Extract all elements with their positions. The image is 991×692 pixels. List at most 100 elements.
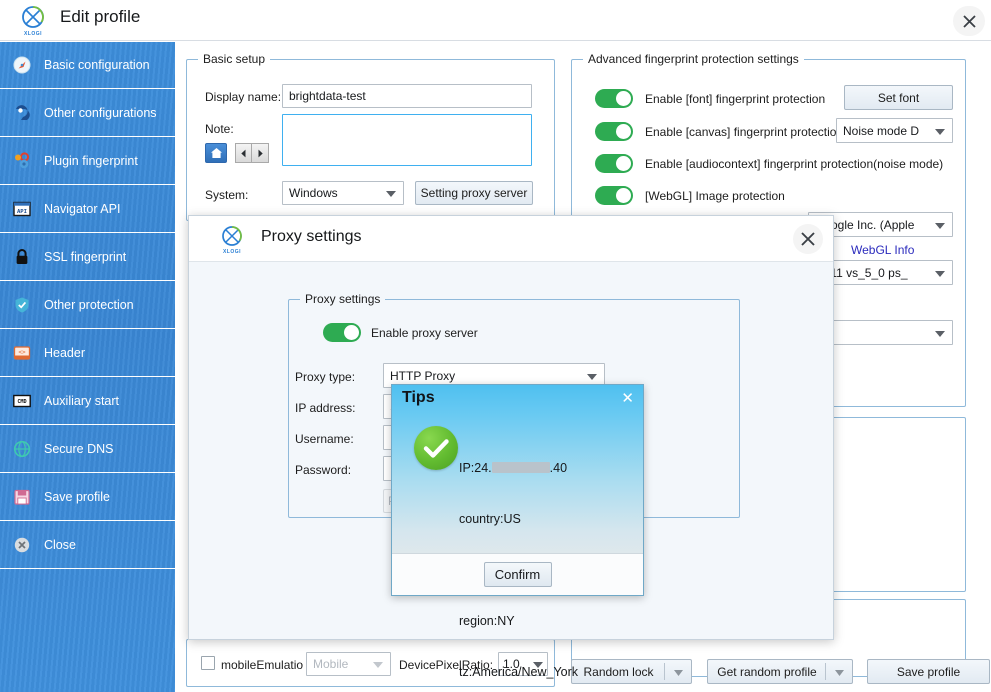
chevron-down-icon xyxy=(835,670,844,676)
tips-close-button[interactable]: ✕ xyxy=(621,391,634,406)
tips-ip-prefix: IP:24. xyxy=(459,461,492,475)
note-label: Note: xyxy=(205,122,234,136)
sidebar-item-label: Other configurations xyxy=(44,106,157,120)
webgl-image-protection-label: [WebGL] Image protection xyxy=(645,189,785,203)
note-textarea[interactable] xyxy=(282,114,532,166)
proxy-dialog-close-button[interactable] xyxy=(793,224,823,254)
svg-text:CMD: CMD xyxy=(17,399,26,405)
sidebar-item-label: Basic configuration xyxy=(44,58,150,72)
close-icon xyxy=(800,231,816,247)
sidebar-item-ssl-fingerprint[interactable]: SSL fingerprint xyxy=(0,233,175,281)
canvas-protection-label: Enable [canvas] fingerprint protection xyxy=(645,125,843,139)
nine-badge-icon xyxy=(12,103,32,123)
sidebar-item-close[interactable]: Close xyxy=(0,521,175,569)
sidebar-item-secure-dns[interactable]: Secure DNS xyxy=(0,425,175,473)
display-name-label: Display name: xyxy=(205,90,281,104)
sidebar-item-label: Close xyxy=(44,538,76,552)
canvas-protection-toggle[interactable] xyxy=(595,122,633,141)
proxy-dialog-logo-text: XLOGI xyxy=(215,249,249,255)
sidebar-item-header[interactable]: <> Header xyxy=(0,329,175,377)
sidebar-item-label: Secure DNS xyxy=(44,442,113,456)
sidebar-item-label: Auxiliary start xyxy=(44,394,119,408)
setting-proxy-server-button[interactable]: Setting proxy server xyxy=(415,181,533,205)
sidebar-item-basic-configuration[interactable]: Basic configuration xyxy=(0,41,175,89)
tips-ip-redacted xyxy=(492,462,550,473)
chevron-down-icon xyxy=(587,374,597,380)
basic-setup-group: Basic setup Display name: brightdata-tes… xyxy=(186,59,555,221)
cmd-icon: CMD xyxy=(12,391,32,411)
sidebar-item-other-configurations[interactable]: Other configurations xyxy=(0,89,175,137)
code-header-icon: <> xyxy=(12,343,32,363)
close-circle-icon xyxy=(12,535,32,555)
chevron-down-icon xyxy=(386,191,396,197)
window-close-button[interactable] xyxy=(953,6,985,36)
username-label: Username: xyxy=(295,432,354,446)
home-icon[interactable] xyxy=(205,143,227,163)
basic-setup-legend: Basic setup xyxy=(198,52,270,66)
proxy-dialog-title: Proxy settings xyxy=(261,228,361,246)
page-title: Edit profile xyxy=(60,7,140,27)
close-icon xyxy=(962,14,977,29)
enable-proxy-label: Enable proxy server xyxy=(371,326,478,340)
sidebar-item-label: Other protection xyxy=(44,298,134,312)
note-nav-arrows xyxy=(235,143,269,163)
sidebar-item-auxiliary-start[interactable]: CMD Auxiliary start xyxy=(0,377,175,425)
edit-profile-window: XLOGI Edit profile Basic configuration xyxy=(0,0,991,692)
plugin-gear-icon xyxy=(12,151,32,171)
sidebar-item-label: SSL fingerprint xyxy=(44,250,126,264)
canvas-noise-mode-select[interactable]: Noise mode D xyxy=(836,118,953,143)
success-check-icon xyxy=(414,426,458,470)
tips-confirm-button[interactable]: Confirm xyxy=(484,562,552,587)
system-select[interactable]: Windows xyxy=(282,181,404,205)
tips-ip-line: IP:24. .40 xyxy=(459,460,637,477)
mobile-emulation-label: mobileEmulatio xyxy=(221,658,303,672)
tips-title: Tips xyxy=(402,389,435,407)
display-name-input[interactable]: brightdata-test xyxy=(282,84,532,108)
floppy-save-icon xyxy=(12,487,32,507)
proxy-type-label: Proxy type: xyxy=(295,370,355,384)
chevron-down-icon xyxy=(935,129,945,135)
webgl-image-protection-toggle[interactable] xyxy=(595,186,633,205)
sidebar-item-save-profile[interactable]: Save profile xyxy=(0,473,175,521)
save-profile-button[interactable]: Save profile xyxy=(867,659,990,684)
font-protection-label: Enable [font] fingerprint protection xyxy=(645,92,825,106)
webgl-info-link[interactable]: WebGL Info xyxy=(851,243,914,257)
proxy-type-value: HTTP Proxy xyxy=(390,369,455,383)
get-random-profile-button[interactable]: Get random profile xyxy=(707,659,853,684)
tips-footer: Confirm xyxy=(392,553,643,595)
sidebar-item-label: Navigator API xyxy=(44,202,120,216)
sidebar-item-plugin-fingerprint[interactable]: Plugin fingerprint xyxy=(0,137,175,185)
mobile-emulation-checkbox[interactable] xyxy=(201,656,215,670)
chevron-down-icon xyxy=(373,662,383,668)
arrow-left-icon[interactable] xyxy=(235,143,252,163)
tips-line: region:NY xyxy=(459,613,637,630)
enable-proxy-toggle[interactable] xyxy=(323,323,361,342)
mobile-device-select[interactable]: Mobile xyxy=(306,652,391,676)
tips-dialog: Tips ✕ IP:24..40 country:US city:Babylon… xyxy=(391,384,644,596)
sidebar-item-label: Plugin fingerprint xyxy=(44,154,138,168)
svg-text:API: API xyxy=(17,209,27,215)
tips-ip-suffix: .40 xyxy=(550,461,567,475)
font-protection-toggle[interactable] xyxy=(595,89,633,108)
tips-line: tz:America/New_York xyxy=(459,664,637,681)
svg-text:<>: <> xyxy=(18,349,26,356)
api-window-icon: API xyxy=(12,199,32,219)
lock-icon xyxy=(12,247,32,267)
sidebar-item-label: Header xyxy=(44,346,85,360)
canvas-noise-mode-value: Noise mode D xyxy=(843,124,919,138)
arrow-right-icon[interactable] xyxy=(252,143,269,163)
app-logo-icon: XLOGI xyxy=(16,5,50,37)
tips-line: country:US xyxy=(459,511,637,528)
set-font-button[interactable]: Set font xyxy=(844,85,953,110)
tips-body: Tips ✕ IP:24..40 country:US city:Babylon… xyxy=(392,385,643,555)
sidebar: Basic configuration Other configurations xyxy=(0,41,175,692)
ip-address-label: IP address: xyxy=(295,401,355,415)
chevron-down-icon xyxy=(935,223,945,229)
audiocontext-protection-toggle[interactable] xyxy=(595,154,633,173)
system-select-value: Windows xyxy=(289,186,338,200)
shield-icon xyxy=(12,295,32,315)
sidebar-item-navigator-api[interactable]: API Navigator API xyxy=(0,185,175,233)
audiocontext-protection-label: Enable [audiocontext] fingerprint protec… xyxy=(645,157,943,171)
sidebar-item-other-protection[interactable]: Other protection xyxy=(0,281,175,329)
chevron-down-icon xyxy=(935,271,945,277)
